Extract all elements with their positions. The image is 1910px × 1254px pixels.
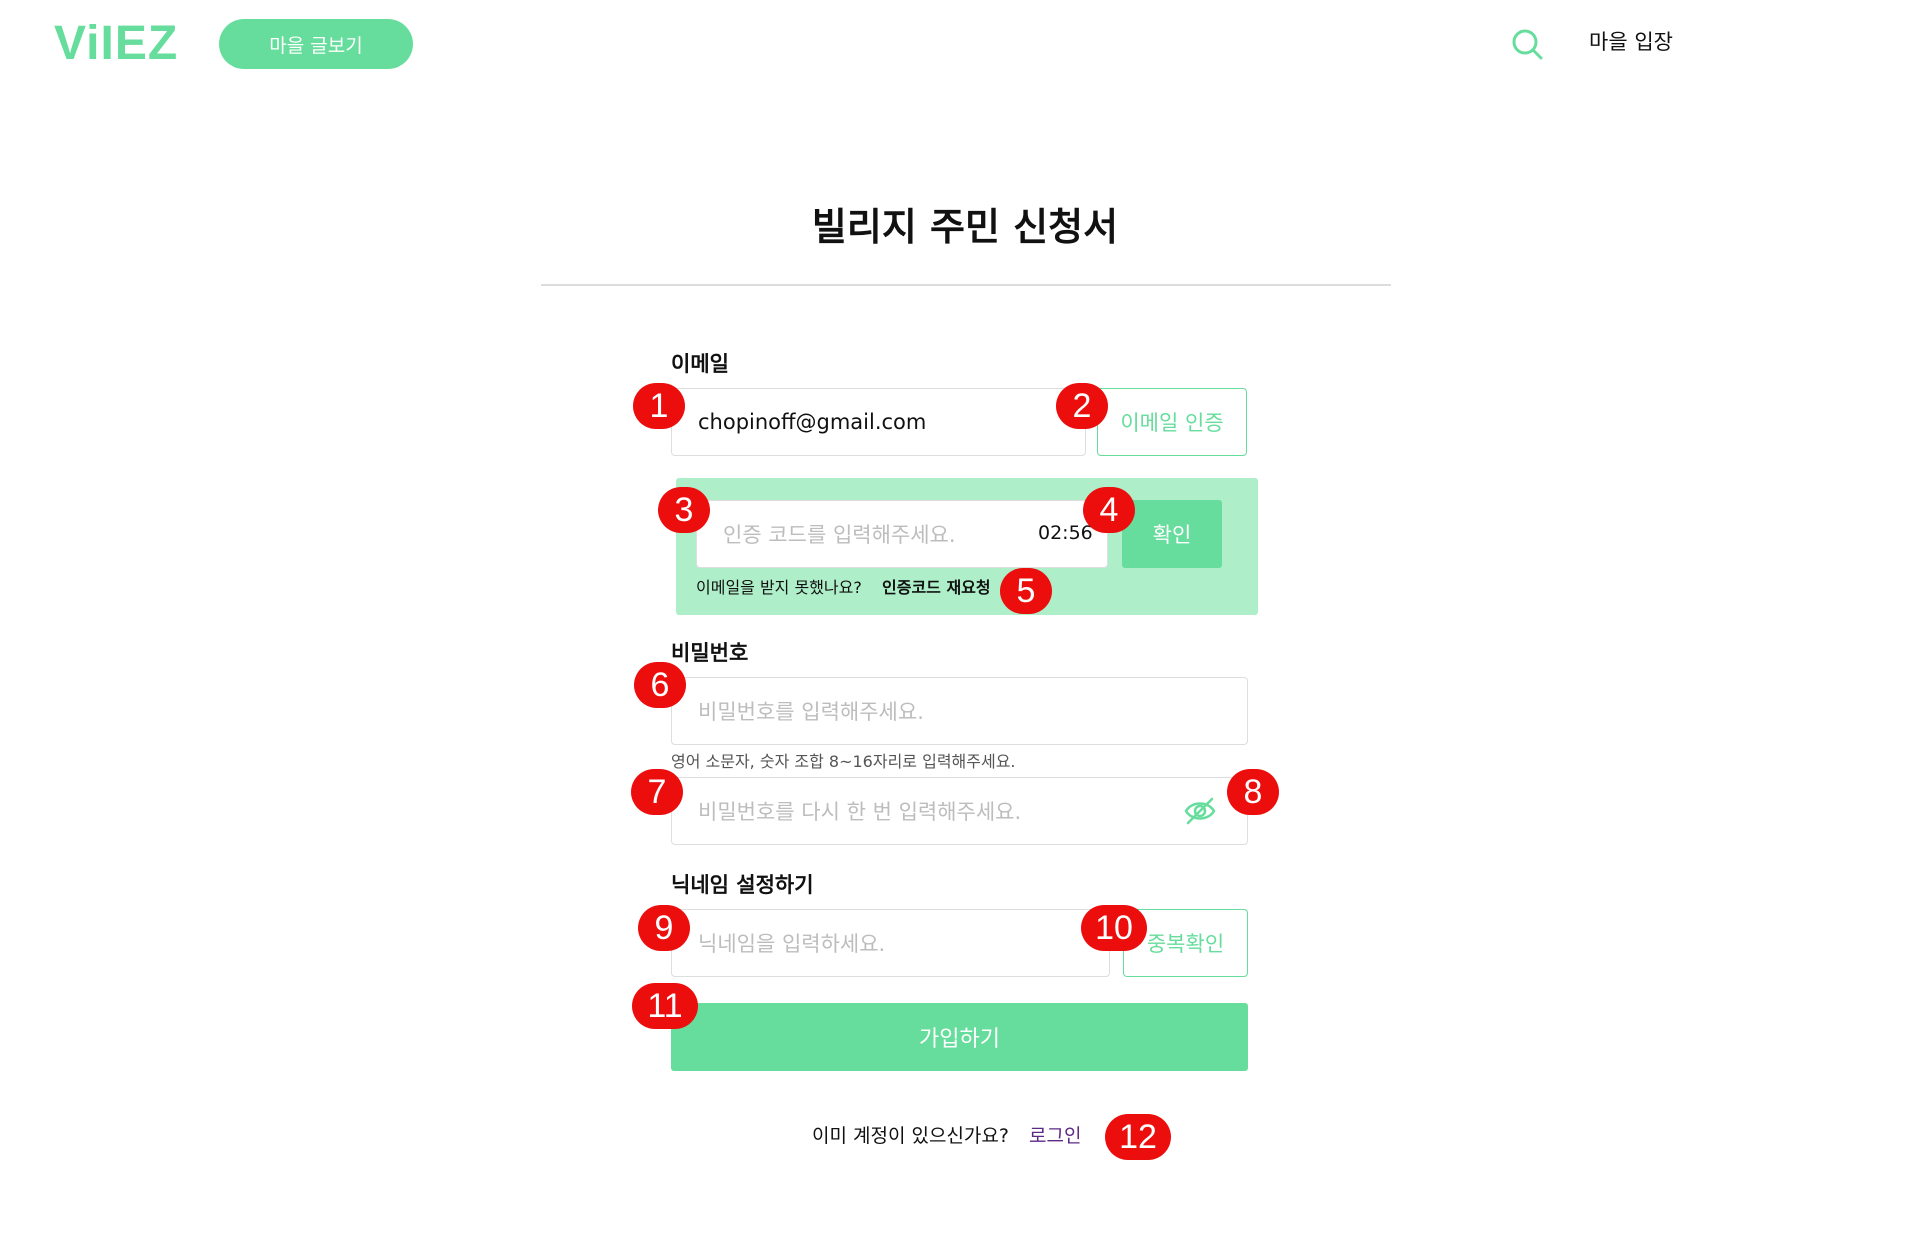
marker-4: 4 bbox=[1083, 487, 1135, 533]
signup-button[interactable]: 가입하기 bbox=[671, 1003, 1248, 1071]
nickname-label: 닉네임 설정하기 bbox=[671, 873, 814, 897]
password-input[interactable]: 비밀번호를 입력해주세요. bbox=[671, 677, 1248, 745]
nickname-input[interactable]: 닉네임을 입력하세요. bbox=[671, 909, 1110, 977]
password-hint: 영어 소문자, 숫자 조합 8~16자리로 입력해주세요. bbox=[671, 752, 1016, 771]
email-input[interactable]: chopinoff@gmail.com bbox=[671, 388, 1086, 456]
eye-off-icon[interactable] bbox=[1183, 796, 1217, 826]
verification-timer: 02:56 bbox=[1038, 522, 1093, 544]
have-account-text: 이미 계정이 있으신가요? bbox=[812, 1125, 1009, 1147]
search-icon[interactable] bbox=[1510, 27, 1544, 61]
marker-11: 11 bbox=[632, 983, 698, 1029]
email-label: 이메일 bbox=[671, 352, 729, 376]
marker-10: 10 bbox=[1081, 905, 1147, 951]
password-label: 비밀번호 bbox=[671, 641, 749, 665]
not-received-text: 이메일을 받지 못했나요? bbox=[696, 578, 862, 597]
password-confirm-input[interactable]: 비밀번호를 다시 한 번 입력해주세요. bbox=[671, 777, 1248, 845]
village-board-button[interactable]: 마을 글보기 bbox=[219, 19, 413, 69]
marker-8: 8 bbox=[1227, 769, 1279, 815]
marker-7: 7 bbox=[631, 769, 683, 815]
village-enter-link[interactable]: 마을 입장 bbox=[1589, 26, 1673, 56]
marker-1: 1 bbox=[633, 383, 685, 429]
marker-2: 2 bbox=[1056, 383, 1108, 429]
title-divider bbox=[541, 284, 1391, 286]
marker-9: 9 bbox=[638, 905, 690, 951]
marker-6: 6 bbox=[634, 662, 686, 708]
page-title: 빌리지 주민 신청서 bbox=[811, 205, 1119, 249]
marker-3: 3 bbox=[658, 487, 710, 533]
marker-12: 12 bbox=[1105, 1114, 1171, 1160]
login-link[interactable]: 로그인 bbox=[1029, 1121, 1081, 1148]
vilez-logo[interactable]: ViIEZ bbox=[54, 16, 178, 71]
verification-confirm-button[interactable]: 확인 bbox=[1122, 500, 1222, 568]
email-verify-button[interactable]: 이메일 인증 bbox=[1097, 388, 1247, 456]
marker-5: 5 bbox=[1000, 568, 1052, 614]
resend-code-link[interactable]: 인증코드 재요청 bbox=[882, 574, 991, 598]
